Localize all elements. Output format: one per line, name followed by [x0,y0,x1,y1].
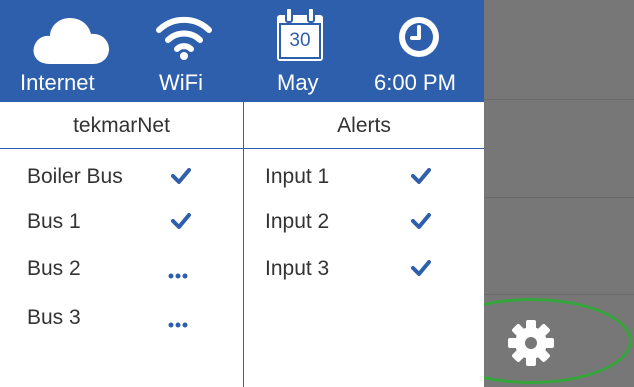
list-item[interactable]: Boiler Bus [0,157,243,197]
list-item[interactable]: Input 3 [244,249,484,289]
month-label: May [277,70,319,95]
internet-status[interactable]: Internet [20,0,120,102]
bus-label: Bus 1 [27,210,81,233]
check-icon [171,212,191,235]
list-item[interactable]: Input 1 [244,157,484,197]
gear-icon [506,318,556,373]
time-display[interactable]: 6:00 PM [370,0,470,102]
list-item[interactable]: Bus 1 [0,202,243,242]
check-icon [411,259,431,282]
cloud-icon [30,14,112,71]
bus-label: Boiler Bus [27,165,123,188]
input-label: Input 3 [265,257,330,280]
calendar-icon: 30 [274,6,326,64]
alerts-panel: Alerts Input 1 Input 2 Input 3 [244,102,484,387]
check-icon [411,212,431,235]
ellipsis-icon [168,315,188,333]
bus-label: Bus 3 [27,306,81,329]
clock-icon [396,14,442,65]
check-icon [411,167,431,190]
sidebar-button-1[interactable] [484,0,634,99]
time-label: 6:00 PM [374,70,456,95]
wifi-icon [156,14,212,65]
ellipsis-icon [168,266,188,284]
calendar-day: 30 [289,30,311,51]
list-item[interactable]: Bus 2 [0,249,243,289]
input-label: Input 1 [265,165,330,188]
wifi-label: WiFi [159,70,203,95]
input-label: Input 2 [265,210,330,233]
bus-label: Bus 2 [27,257,81,280]
settings-button[interactable] [484,295,634,387]
wifi-status[interactable]: WiFi [150,0,220,102]
date-display[interactable]: 30 May [270,0,330,102]
list-item[interactable]: Input 2 [244,202,484,242]
tekmarnet-panel: tekmarNet Boiler Bus Bus 1 Bus 2 Bus 3 [0,102,243,387]
list-item[interactable]: Bus 3 [0,298,243,338]
tekmarnet-title[interactable]: tekmarNet [0,102,243,149]
alerts-title[interactable]: Alerts [244,102,484,149]
check-icon [171,167,191,190]
sidebar-button-3[interactable] [484,198,634,294]
sidebar-button-2[interactable] [484,100,634,197]
internet-label: Internet [20,70,95,95]
status-bar: Internet WiFi 30 May 6:00 PM [0,0,484,102]
